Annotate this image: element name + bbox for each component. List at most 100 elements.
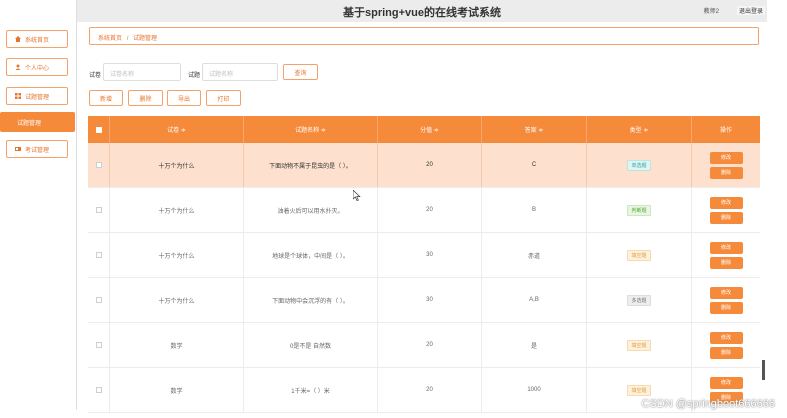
table-header: 试卷 ≑ 试题名称 ≑ 分值 ≑ 答案 ≑ 类型 ≑ 操作 [88, 116, 760, 143]
type-tag: 填空题 [627, 384, 651, 396]
table-row[interactable]: 十万个为什么 地球是个球体，中间是（ ）。 30 赤道 填空题 修改 删除 [88, 233, 760, 278]
cell-actions: 修改 删除 [692, 278, 760, 322]
cell-answer: A,B [482, 278, 587, 322]
cell-actions: 修改 删除 [692, 143, 760, 187]
column-header-score[interactable]: 分值 ≑ [378, 116, 482, 143]
sidebar-item-question-management[interactable]: 试题管理 [6, 87, 68, 105]
select-all-checkbox[interactable] [95, 126, 102, 133]
type-tag: 填空题 [627, 249, 651, 261]
row-checkbox[interactable] [95, 387, 102, 393]
sidebar-item-exam-management[interactable]: 考试管理 [6, 140, 68, 158]
cell-question-name: 1千米=（ ）米 [244, 368, 378, 412]
sidebar-subitem-question-management[interactable]: 试题管理 [0, 112, 75, 132]
paper-search-input[interactable]: 试卷名称 [103, 63, 181, 81]
breadcrumb-current: 试题管理 [133, 36, 158, 42]
column-header-type[interactable]: 类型 ≑ [587, 116, 692, 143]
sidebar-item-profile[interactable]: 个人中心 [6, 58, 68, 76]
cell-score: 30 [378, 233, 482, 277]
edit-button[interactable]: 修改 [709, 196, 743, 209]
cell-question-name: 下面动物中会沉浮的有（ ）。 [244, 278, 378, 322]
type-tag: 单选题 [627, 159, 651, 171]
cell-answer: B [482, 188, 587, 232]
cell-type: 多选题 [587, 278, 692, 322]
table-row[interactable]: 十万个为什么 下面动物不属于昆虫的是（ ）。 20 C 单选题 修改 删除 [88, 143, 760, 188]
cell-answer: 1000 [482, 368, 587, 412]
row-delete-button[interactable]: 删除 [709, 346, 743, 359]
sidebar: 系统首页 个人中心 试题管理 试题管理 考试管理 [0, 0, 76, 418]
exam-icon [15, 146, 21, 152]
cell-actions: 修改 删除 [692, 188, 760, 232]
row-delete-button[interactable]: 删除 [709, 256, 743, 269]
paper-filter-label: 试卷 [89, 73, 102, 79]
row-checkbox[interactable] [95, 252, 102, 258]
top-header: 基于spring+vue的在线考试系统 教师2 退出登录 [77, 0, 767, 22]
sidebar-item-label: 试题管理 [17, 120, 42, 127]
search-button[interactable]: 查询 [283, 64, 318, 80]
cell-paper: 十万个为什么 [110, 143, 244, 187]
row-checkbox[interactable] [95, 207, 102, 213]
cell-question-name: 0是不是 自然数 [244, 323, 378, 367]
row-checkbox[interactable] [95, 162, 102, 168]
cell-paper: 十万个为什么 [110, 278, 244, 322]
cell-score: 30 [378, 278, 482, 322]
cell-question-name: 地球是个球体，中间是（ ）。 [244, 233, 378, 277]
delete-button[interactable]: 删除 [128, 90, 163, 106]
cell-type: 判断题 [587, 188, 692, 232]
current-user: 教师2 [703, 9, 719, 15]
row-delete-button[interactable]: 删除 [709, 211, 743, 224]
mouse-cursor-icon [353, 190, 361, 201]
print-button[interactable]: 打印 [206, 90, 241, 106]
cell-question-name: 下面动物不属于昆虫的是（ ）。 [244, 143, 378, 187]
cell-actions: 修改 删除 [692, 323, 760, 367]
cell-answer: 是 [482, 323, 587, 367]
sidebar-divider [76, 0, 77, 410]
edit-button[interactable]: 修改 [709, 331, 743, 344]
cell-score: 20 [378, 188, 482, 232]
type-tag: 多选题 [627, 294, 651, 306]
column-header-question-name[interactable]: 试题名称 ≑ [244, 116, 378, 143]
sidebar-item-label: 试题管理 [25, 94, 50, 101]
sidebar-item-home[interactable]: 系统首页 [6, 30, 68, 48]
table-row[interactable]: 十万个为什么 油着火后可以用水扑灭。 20 B 判断题 修改 删除 [88, 188, 760, 233]
column-header-answer[interactable]: 答案 ≑ [482, 116, 587, 143]
add-button[interactable]: 新增 [89, 90, 123, 106]
edit-button[interactable]: 修改 [709, 286, 743, 299]
cell-paper: 十万个为什么 [110, 188, 244, 232]
grid-icon [15, 93, 21, 99]
logout-link[interactable]: 退出登录 [736, 6, 765, 15]
column-header-paper[interactable]: 试卷 ≑ [110, 116, 244, 143]
table-row[interactable]: 数学 0是不是 自然数 20 是 填空题 修改 删除 [88, 323, 760, 368]
watermark: CSDN @springboot666666 [641, 398, 775, 410]
breadcrumb-home[interactable]: 系统首页 [98, 36, 122, 42]
table-row[interactable]: 十万个为什么 下面动物中会沉浮的有（ ）。 30 A,B 多选题 修改 删除 [88, 278, 760, 323]
edit-button[interactable]: 修改 [709, 241, 743, 254]
cell-paper: 数学 [110, 368, 244, 412]
export-button[interactable]: 导出 [167, 90, 201, 106]
column-header-actions: 操作 [719, 128, 732, 134]
cell-type: 单选题 [587, 143, 692, 187]
type-tag: 填空题 [627, 339, 651, 351]
cell-score: 20 [378, 143, 482, 187]
user-icon [15, 64, 21, 70]
question-search-input[interactable]: 试题名称 [202, 63, 278, 81]
cell-type: 填空题 [587, 323, 692, 367]
type-tag: 判断题 [627, 204, 651, 216]
row-select-cell [88, 278, 110, 322]
row-checkbox[interactable] [95, 342, 102, 348]
row-select-cell [88, 323, 110, 367]
row-delete-button[interactable]: 删除 [709, 301, 743, 314]
cell-paper: 十万个为什么 [110, 233, 244, 277]
row-delete-button[interactable]: 删除 [709, 166, 743, 179]
edit-button[interactable]: 修改 [709, 151, 743, 164]
cell-paper: 数学 [110, 323, 244, 367]
home-icon [15, 36, 21, 42]
edge-artifact [762, 360, 765, 380]
question-filter-label: 试题 [188, 73, 201, 79]
edit-button[interactable]: 修改 [709, 376, 743, 389]
sidebar-item-label: 考试管理 [25, 147, 50, 154]
breadcrumb-separator: / [126, 36, 129, 42]
cell-type: 填空题 [587, 233, 692, 277]
app-title: 基于spring+vue的在线考试系统 [343, 7, 501, 19]
row-checkbox[interactable] [95, 297, 102, 303]
select-all-cell [88, 116, 110, 143]
